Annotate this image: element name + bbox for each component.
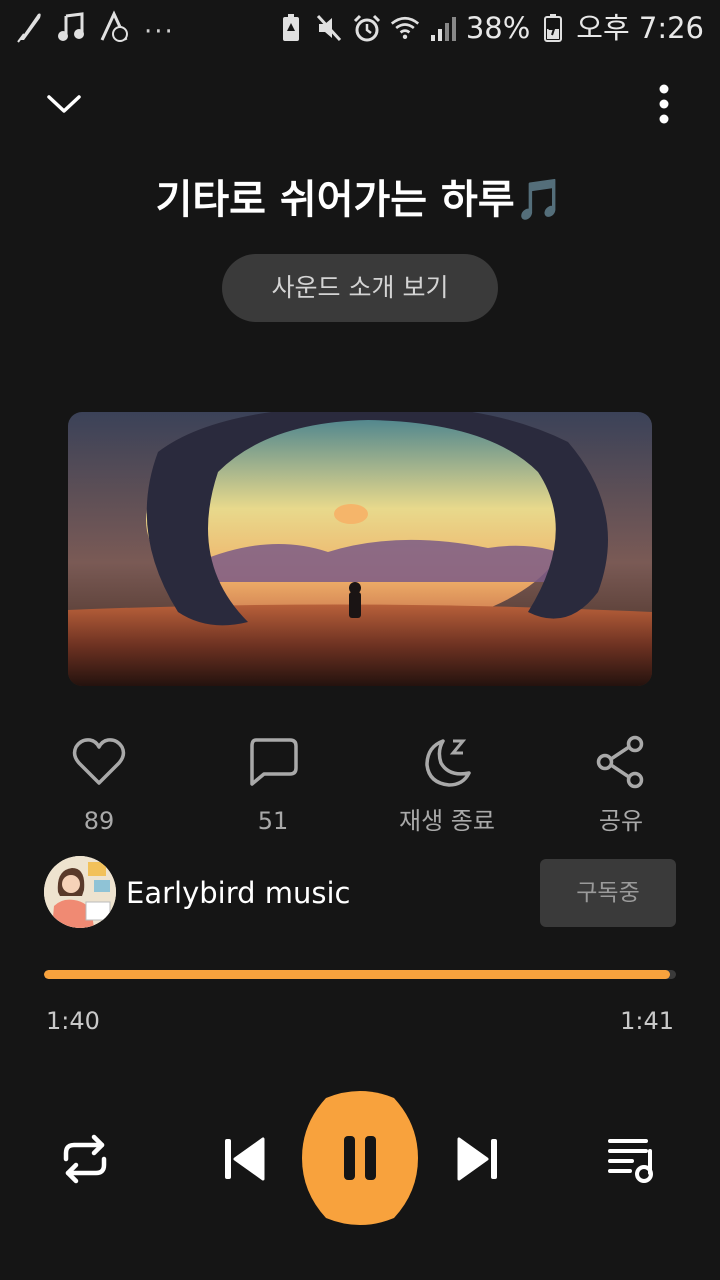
- comment-action[interactable]: 51: [203, 732, 343, 836]
- artist-name[interactable]: Earlybird music: [126, 874, 350, 912]
- music-note-icon: [58, 12, 84, 52]
- next-button[interactable]: [448, 1126, 508, 1192]
- signal-icon: [428, 10, 458, 46]
- previous-button[interactable]: [214, 1126, 274, 1192]
- skip-previous-icon: [225, 1137, 265, 1181]
- sleep-timer-action[interactable]: 재생 종료: [377, 732, 517, 836]
- comment-count: 51: [257, 807, 289, 835]
- more-options-button[interactable]: [648, 80, 680, 128]
- more-vertical-icon: [659, 84, 669, 124]
- skip-next-icon: [457, 1137, 497, 1181]
- battery-percent: 38%: [465, 11, 531, 45]
- status-right: 38% 오후 7:26: [276, 8, 704, 48]
- share-action[interactable]: 공유: [551, 732, 691, 836]
- mute-icon: [314, 10, 344, 46]
- like-count: 89: [83, 807, 115, 835]
- app-icon: [98, 10, 130, 54]
- alarm-icon: [352, 10, 382, 46]
- sleep-moon-icon: [377, 732, 517, 792]
- status-left: ···: [14, 10, 175, 54]
- like-action[interactable]: 89: [29, 732, 169, 836]
- heart-icon: [29, 732, 169, 792]
- action-row: 89 51 재생 종료 공유: [0, 732, 720, 842]
- progress-fill: [44, 970, 670, 979]
- total-time: 1:41: [620, 1007, 674, 1035]
- artist-row: Earlybird music 구독중: [44, 856, 676, 930]
- avatar[interactable]: [44, 856, 116, 928]
- collapse-button[interactable]: [36, 82, 92, 126]
- battery-icon: [538, 10, 568, 46]
- sound-intro-button[interactable]: 사운드 소개 보기: [222, 254, 498, 322]
- repeat-button[interactable]: [52, 1126, 118, 1192]
- wifi-icon: [390, 10, 420, 46]
- clock: 오후 7:26: [576, 11, 704, 45]
- share-label: 공유: [598, 807, 644, 835]
- playlist-button[interactable]: [600, 1126, 666, 1192]
- more-dots-icon: ···: [144, 17, 175, 47]
- top-bar: [0, 72, 720, 136]
- page-title: 기타로 쉬어가는 하루🎵: [155, 177, 565, 223]
- feather-icon: [14, 10, 44, 54]
- comment-icon: [203, 732, 343, 792]
- progress-bar[interactable]: [44, 970, 676, 979]
- chevron-down-icon: [47, 95, 81, 113]
- sleep-timer-label: 재생 종료: [399, 807, 495, 835]
- playback-controls: [0, 1090, 720, 1230]
- album-artwork: [68, 412, 652, 686]
- subscribe-button[interactable]: 구독중: [540, 859, 676, 927]
- share-icon: [551, 732, 691, 792]
- playlist-icon: [608, 1139, 653, 1183]
- repeat-icon: [63, 1134, 107, 1184]
- status-bar: ··· 38% 오후 7:26: [0, 0, 720, 56]
- battery-saver-icon: [276, 10, 306, 46]
- pause-button[interactable]: [302, 1090, 418, 1226]
- current-time: 1:40: [46, 1007, 100, 1035]
